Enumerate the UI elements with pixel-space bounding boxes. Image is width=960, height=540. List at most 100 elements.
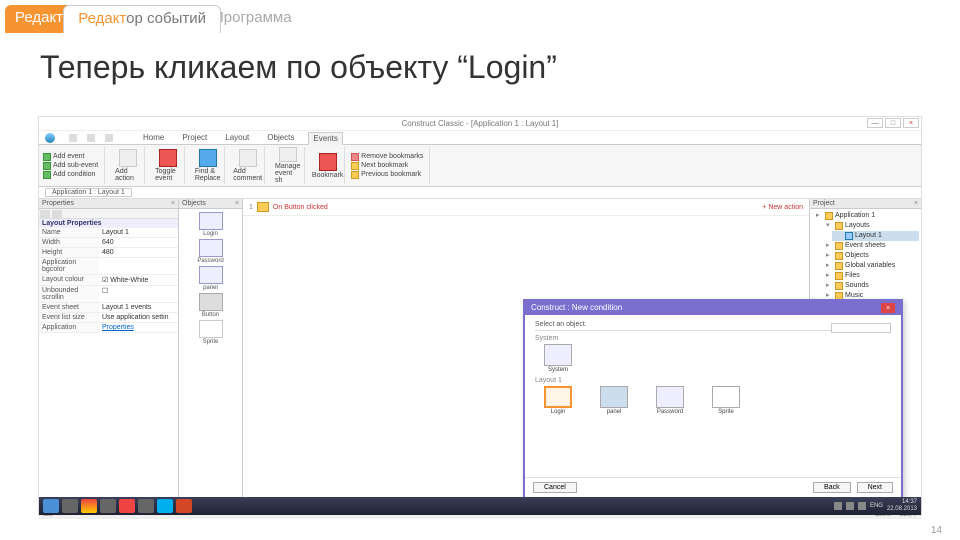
tree-objects[interactable]: ▸Objects: [822, 251, 919, 261]
dialog-section-layout: Layout 1: [535, 377, 891, 384]
ribbon-add-condition[interactable]: Add condition: [53, 171, 95, 178]
breadcrumb: Application 1 : Layout 1: [39, 187, 921, 199]
project-title: Project: [813, 200, 835, 207]
dialog-close-button[interactable]: ×: [881, 303, 895, 313]
folder-icon: [835, 252, 843, 260]
ribbon-add-comment[interactable]: Add comment: [231, 147, 265, 184]
toggle-icon: [159, 149, 177, 167]
folder-icon: [835, 272, 843, 280]
tree-files[interactable]: ▸Files: [822, 271, 919, 281]
editbox-icon: [544, 386, 572, 408]
dialog-cancel-button[interactable]: Cancel: [533, 482, 577, 493]
layout-icon: [845, 232, 853, 240]
tray-icon[interactable]: [846, 502, 854, 510]
dialog-item-panel[interactable]: panel: [591, 386, 637, 415]
breadcrumb-tab[interactable]: Application 1 : Layout 1: [45, 188, 132, 197]
window-maximize-button[interactable]: □: [885, 118, 901, 128]
ribbon-find-replace[interactable]: Find & Replace: [191, 147, 225, 184]
arrow-icon: [351, 171, 359, 179]
event-condition-text: On Button clicked: [273, 204, 328, 211]
tree-layouts[interactable]: ▾Layouts: [822, 221, 919, 231]
explorer-icon[interactable]: [62, 499, 78, 513]
dialog-next-button[interactable]: Next: [857, 482, 893, 493]
objects-panel: Objects× Login Password panel Button Spr…: [179, 199, 243, 497]
opera-icon[interactable]: [119, 499, 135, 513]
dialog-item-system[interactable]: System: [535, 344, 581, 373]
ribbon-tab-bar: Home Project Layout Objects Events: [39, 131, 921, 145]
object-button[interactable]: Button: [182, 293, 239, 318]
ribbon: Add event Add sub-event Add condition Ad…: [39, 145, 921, 187]
ribbon-add-action[interactable]: Add action: [111, 147, 145, 184]
ribbon-tab-events[interactable]: Events: [308, 132, 342, 145]
ribbon-tab-home[interactable]: Home: [139, 132, 168, 143]
new-action-link[interactable]: + New action: [762, 204, 803, 211]
app-titlebar: Construct Classic - [Application 1 : Lay…: [39, 117, 921, 131]
tree-root[interactable]: ▸Application 1: [812, 211, 919, 221]
tree-eventsheets[interactable]: ▸Event sheets: [822, 241, 919, 251]
window-minimize-button[interactable]: —: [867, 118, 883, 128]
action-icon: [119, 149, 137, 167]
qat-icon[interactable]: [69, 134, 77, 142]
ribbon-prev-bookmark[interactable]: Previous bookmark: [361, 171, 421, 178]
ribbon-next-bookmark[interactable]: Next bookmark: [361, 162, 408, 169]
folder-icon: [835, 282, 843, 290]
panel-close-icon[interactable]: ×: [235, 200, 239, 207]
qat-icon[interactable]: [105, 134, 113, 142]
window-close-button[interactable]: ×: [903, 118, 919, 128]
object-password[interactable]: Password: [182, 239, 239, 264]
ribbon-bookmark[interactable]: Bookmark: [311, 147, 345, 184]
folder-icon: [835, 222, 843, 230]
plus-icon: [43, 162, 51, 170]
skype-icon[interactable]: [157, 499, 173, 513]
ribbon-tab-objects[interactable]: Objects: [263, 132, 298, 143]
folder-icon: [825, 212, 833, 220]
dialog-back-button[interactable]: Back: [813, 482, 851, 493]
object-login[interactable]: Login: [182, 212, 239, 237]
event-row[interactable]: 1 On Button clicked + New action: [243, 199, 809, 216]
editbox-icon: [656, 386, 684, 408]
new-condition-dialog: Construct : New condition × Select an ob…: [523, 299, 903, 499]
app-orb-icon[interactable]: [45, 133, 55, 143]
slide-tab-active[interactable]: Редактор событий: [63, 5, 221, 33]
object-panel[interactable]: panel: [182, 266, 239, 291]
properties-section: Layout Properties: [39, 219, 178, 228]
ribbon-remove-bookmarks[interactable]: Remove bookmarks: [361, 153, 423, 160]
tray-lang[interactable]: ENG: [870, 503, 883, 509]
arrow-icon: [351, 162, 359, 170]
tray-icon[interactable]: [834, 502, 842, 510]
ribbon-add-subevent[interactable]: Add sub-event: [53, 162, 98, 169]
ribbon-toggle-event[interactable]: Toggle event: [151, 147, 185, 184]
button-icon: [257, 202, 269, 212]
comment-icon: [239, 149, 257, 167]
bookmark-icon: [319, 153, 337, 171]
object-sprite[interactable]: Sprite: [182, 320, 239, 345]
app-icon[interactable]: [138, 499, 154, 513]
powerpoint-icon[interactable]: [176, 499, 192, 513]
ribbon-tab-project[interactable]: Project: [178, 132, 211, 143]
dialog-item-password[interactable]: Password: [647, 386, 693, 415]
search-icon: [199, 149, 217, 167]
sprite-icon: [712, 386, 740, 408]
app-icon[interactable]: [100, 499, 116, 513]
tree-sounds[interactable]: ▸Sounds: [822, 281, 919, 291]
dialog-item-sprite[interactable]: Sprite: [703, 386, 749, 415]
dialog-item-login[interactable]: Login: [535, 386, 581, 415]
panel-close-icon[interactable]: ×: [914, 200, 918, 207]
panel-close-icon[interactable]: ×: [171, 200, 175, 207]
ie-icon[interactable]: [43, 499, 59, 513]
dialog-section-system: System: [535, 335, 891, 342]
windows-taskbar: ENG 14:37 22.08.2013: [39, 497, 921, 515]
tray-icon[interactable]: [858, 502, 866, 510]
dialog-search-input[interactable]: [831, 323, 891, 333]
ribbon-add-event[interactable]: Add event: [53, 153, 85, 160]
ribbon-manage-sheets[interactable]: Manage event sh: [271, 147, 305, 184]
ribbon-tab-layout[interactable]: Layout: [221, 132, 253, 143]
chrome-icon[interactable]: [81, 499, 97, 513]
tree-globals[interactable]: ▸Global variables: [822, 261, 919, 271]
qat-icon[interactable]: [87, 134, 95, 142]
panel-icon: [600, 386, 628, 408]
folder-icon: [835, 242, 843, 250]
tree-layout1[interactable]: Layout 1: [832, 231, 919, 241]
slide-title: Теперь кликаем по объекту “Login”: [0, 33, 960, 96]
event-sheet-canvas[interactable]: 1 On Button clicked + New action Constru…: [243, 199, 809, 497]
